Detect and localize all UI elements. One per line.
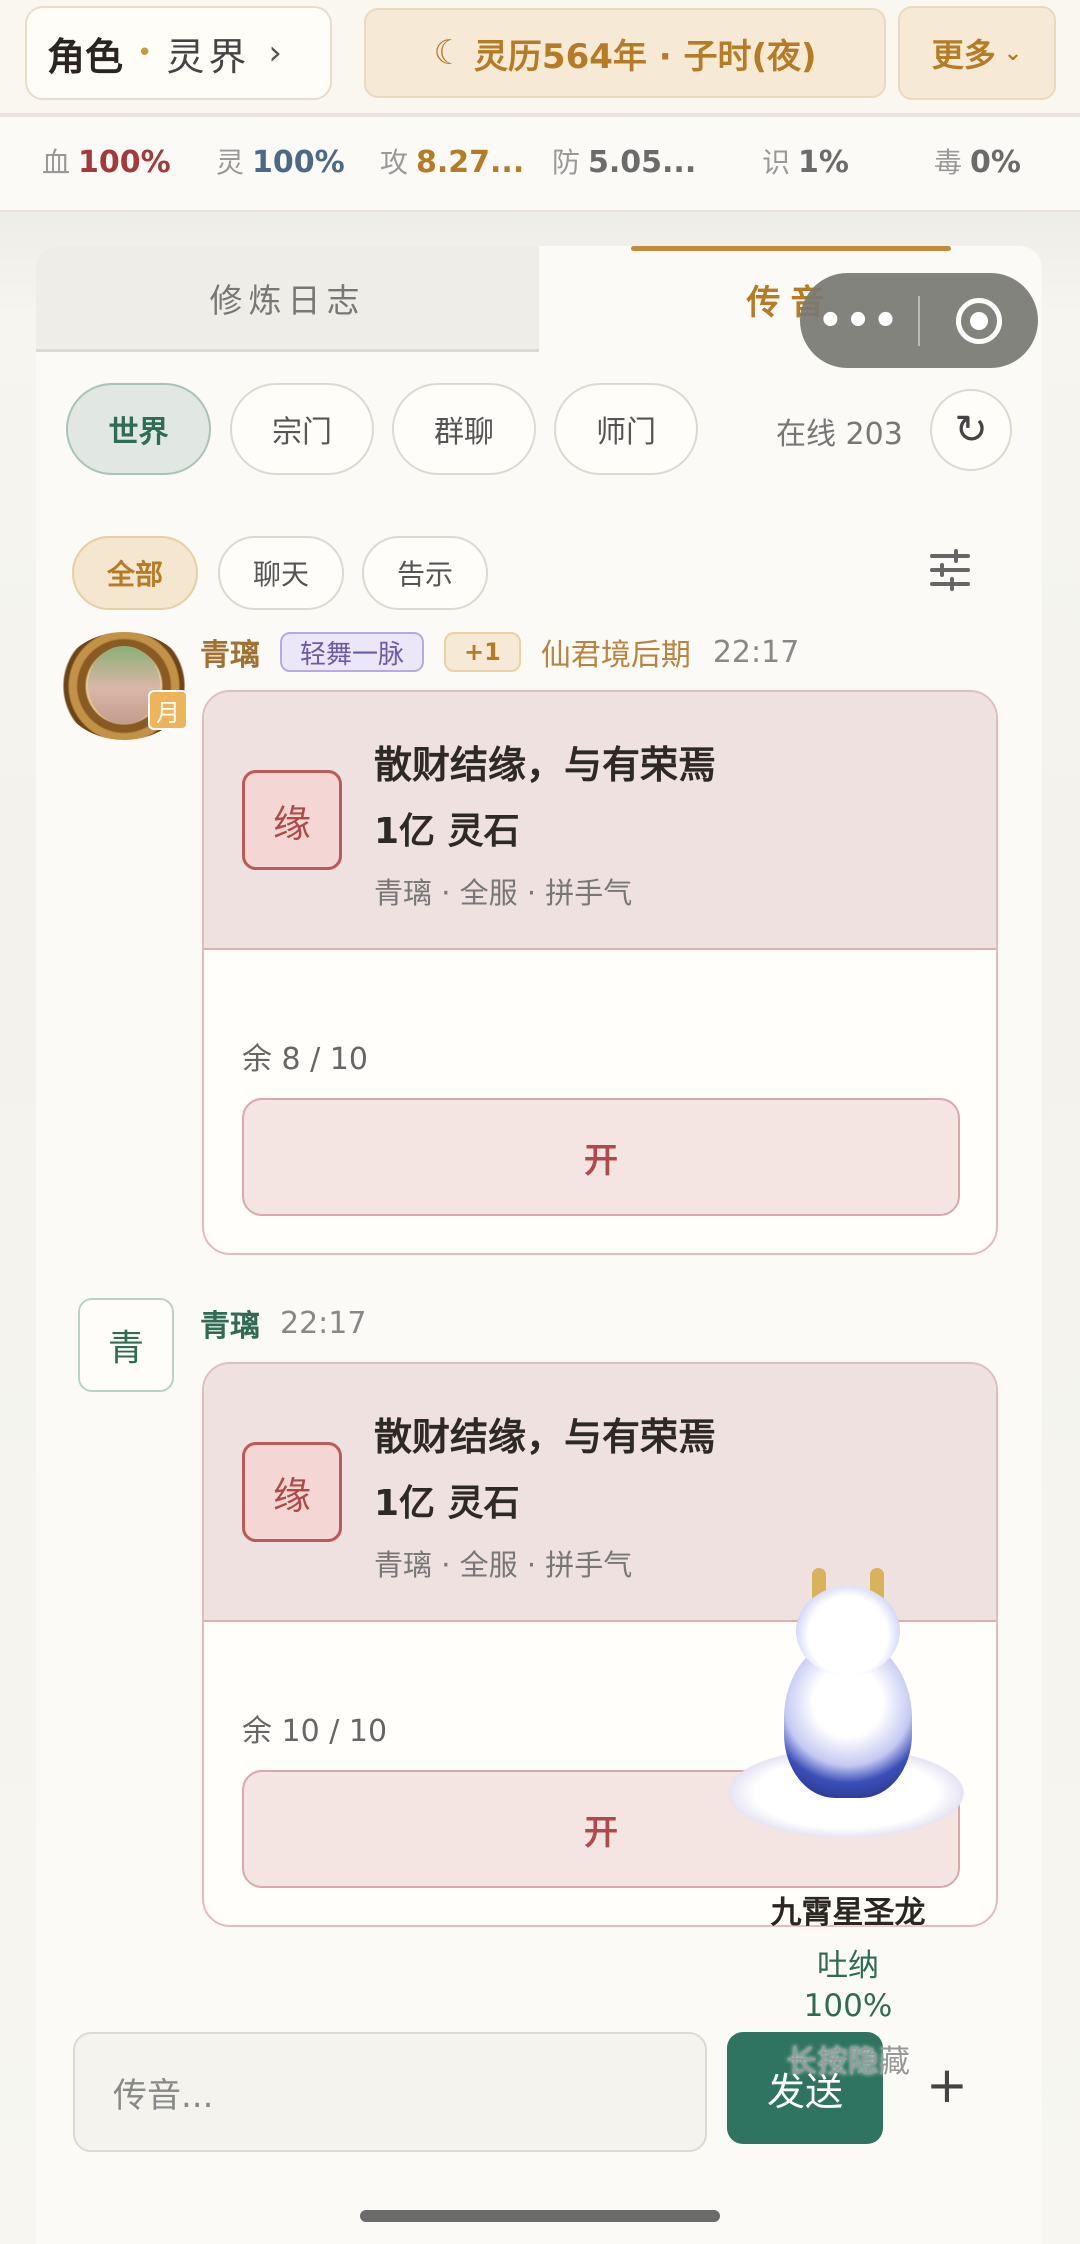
role-realm-button[interactable]: 角色 • 灵界 › [25,6,332,100]
message-meta: 青璃 轻舞一脉 +1 仙君境后期 22:17 [200,630,799,674]
stat-poison-value: 0% [970,145,1021,180]
channel-group[interactable]: 群聊 [392,383,536,475]
stat-spirit-value: 100% [252,145,345,180]
more-dots-icon[interactable]: ••• [800,298,918,344]
online-count: 在线 203 [776,417,903,452]
channel-world[interactable]: 世界 [66,383,211,475]
chevron-down-icon: ⌄ [1003,40,1023,66]
red-packet-remaining: 余 8 / 10 [242,1042,368,1077]
sender-name[interactable]: 青璃 [200,630,260,674]
filter-chat[interactable]: 聊天 [218,536,344,610]
message-meta: 青璃 22:17 [200,1301,366,1345]
stat-poison: 毒 0% [934,141,1021,181]
channel-sect[interactable]: 宗门 [230,383,374,475]
pet-name: 九霄星圣龙 [770,1895,926,1931]
filter-settings-icon[interactable] [926,546,974,594]
stat-hp: 血 100% [42,141,171,181]
open-button[interactable]: 开 [242,1098,960,1216]
stat-hp-value: 100% [78,145,171,180]
close-target-icon[interactable] [920,297,1038,344]
calendar-button[interactable]: ☾ 灵历564年 · 子时(夜) [364,8,886,98]
red-packet-amount: 1亿 灵石 [374,811,520,852]
stat-spirit-label: 灵 [216,146,245,179]
message-time: 22:17 [280,1305,367,1341]
stat-attack: 攻 8.27... [380,141,524,181]
rank-label: 仙君境后期 [540,638,691,673]
stat-sense: 识 1% [762,141,849,181]
pet-action: 吐纳 [817,1948,879,1984]
pet-dragon-image[interactable] [724,1568,972,1858]
plus-badge: +1 [444,632,521,672]
stat-poison-label: 毒 [934,146,963,179]
red-packet-subtitle: 青璃 · 全服 · 拼手气 [374,1548,633,1582]
filter-all[interactable]: 全部 [72,536,198,610]
message-time: 22:17 [712,634,800,670]
red-packet-title: 散财结缘，与有荣焉 [374,1415,717,1459]
separator-dot: • [137,38,153,68]
avatar-badge: 月 [148,690,188,730]
avatar[interactable]: 青 [78,1298,174,1392]
stat-sense-value: 1% [798,145,849,180]
channel-master[interactable]: 师门 [554,383,698,475]
pet-percent: 100% [803,1988,893,2024]
pet-hint: 长按隐藏 [786,2044,910,2080]
chevron-right-icon: › [268,33,282,73]
red-packet-remaining: 余 10 / 10 [242,1714,388,1749]
pet-head [796,1586,900,1676]
red-packet-title: 散财结缘，与有荣焉 [374,743,717,787]
more-menu-button[interactable]: 更多 ⌄ [898,6,1056,100]
stat-attack-label: 攻 [380,146,409,179]
message-input[interactable]: 传音... [73,2032,707,2152]
red-packet-card[interactable]: 缘 散财结缘，与有荣焉 1亿 灵石 青璃 · 全服 · 拼手气 余 8 / 10… [202,690,998,1255]
role-label: 角色 [47,34,124,79]
calendar-text: 灵历564年 · 子时(夜) [473,36,817,77]
stat-defense-value: 5.05... [588,145,697,180]
moon-icon: ☾ [433,33,464,73]
red-packet-subtitle: 青璃 · 全服 · 拼手气 [374,876,633,910]
red-packet-amount: 1亿 灵石 [374,1483,520,1524]
tab-cultivation-log[interactable]: 修炼日志 [36,246,539,352]
stat-hp-label: 血 [42,146,71,179]
stat-sense-label: 识 [762,146,791,179]
fate-badge-icon: 缘 [242,770,342,870]
composer-bar: 传音... 发送 + [36,1990,1042,2244]
tab-active-indicator [631,246,951,251]
stat-spirit: 灵 100% [216,141,345,181]
sect-badge: 轻舞一脉 [280,632,425,672]
refresh-icon[interactable]: ↻ [930,389,1012,471]
realm-label: 灵界 [166,34,251,79]
sender-name[interactable]: 青璃 [200,1301,260,1345]
home-indicator [360,2210,720,2222]
fate-badge-icon: 缘 [242,1442,342,1542]
stat-attack-value: 8.27... [416,145,525,180]
stat-defense-label: 防 [552,146,581,179]
filter-notice[interactable]: 告示 [362,536,488,610]
miniprogram-capsule: ••• [800,273,1038,368]
top-bar: 角色 • 灵界 › ☾ 灵历564年 · 子时(夜) 更多 ⌄ [0,0,1080,115]
more-label: 更多 [931,36,996,74]
stats-bar: 血 100% 灵 100% 攻 8.27... 防 5.05... 识 1% 毒 0% [0,117,1080,212]
stat-defense: 防 5.05... [552,141,696,181]
red-packet-header: 缘 散财结缘，与有荣焉 1亿 灵石 青璃 · 全服 · 拼手气 [204,692,996,950]
